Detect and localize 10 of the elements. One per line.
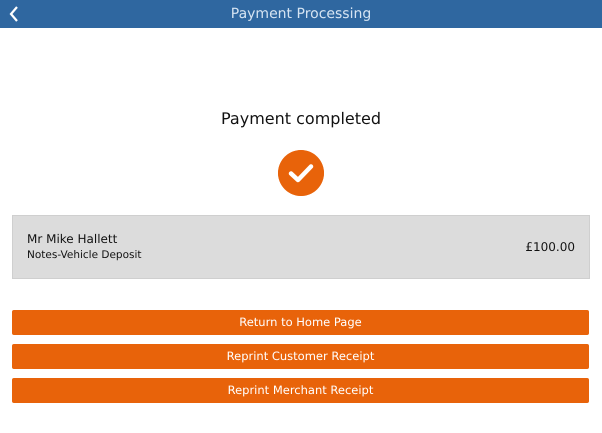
payment-description: Notes-Vehicle Deposit <box>27 248 142 264</box>
action-button[interactable]: Reprint Merchant Receipt <box>12 378 589 403</box>
payment-amount: £100.00 <box>525 239 575 256</box>
check-icon <box>278 150 324 196</box>
back-icon <box>9 6 19 22</box>
header-title: Payment Processing <box>230 4 372 24</box>
action-button[interactable]: Return to Home Page <box>12 310 589 335</box>
status-message: Payment completed <box>220 108 382 130</box>
action-button[interactable]: Reprint Customer Receipt <box>12 344 589 369</box>
customer-name: Mr Mike Hallett <box>27 231 118 248</box>
